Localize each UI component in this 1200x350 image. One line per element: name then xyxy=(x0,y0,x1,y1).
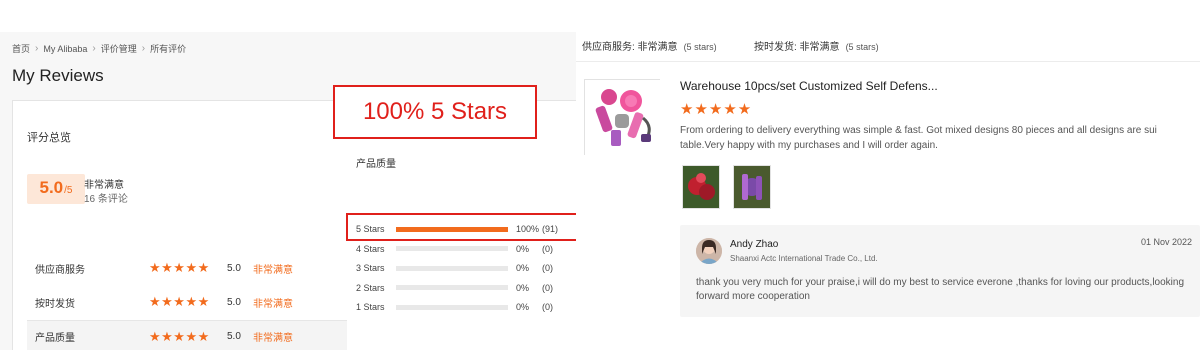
reviews-overview-panel: 首页 › My Alibaba › 评价管理 › 所有评价 My Reviews… xyxy=(0,32,578,350)
distribution-label: 3 Stars xyxy=(356,263,385,273)
product-thumbnail[interactable] xyxy=(584,79,661,156)
chevron-right-icon: › xyxy=(92,43,96,54)
distribution-bar xyxy=(396,285,508,290)
distribution-row[interactable]: 1 Stars 0% (0) xyxy=(356,300,566,314)
on-time-count: (5 stars) xyxy=(845,42,879,52)
supplier-service-count: (5 stars) xyxy=(683,42,717,52)
rating-row-satisfaction: 非常满意 xyxy=(253,333,293,344)
overall-score: 5.0 xyxy=(39,178,64,197)
replier-name: Andy Zhao xyxy=(730,239,779,250)
distribution-bar xyxy=(396,265,508,271)
rating-row-label: 供应商服务 xyxy=(35,264,85,276)
distribution-label: 4 Stars xyxy=(356,243,385,254)
overall-satisfaction: 非常满意 xyxy=(84,180,124,191)
review-photo-image xyxy=(734,166,770,208)
review-summary-bar: 供应商服务: 非常满意 (5 stars) 按时发货: 非常满意 (5 stars) xyxy=(576,0,1200,62)
overall-score-max: /5 xyxy=(64,185,73,196)
review-star-rating: ★★★★★ xyxy=(680,101,753,118)
distribution-label: 2 Stars xyxy=(356,282,385,293)
distribution-count: (0) xyxy=(542,243,553,254)
distribution-percent: 0% xyxy=(516,302,530,312)
breadcrumb-all-reviews: 所有评价 xyxy=(150,44,187,54)
distribution-percent: 0% xyxy=(516,282,530,293)
rating-row-satisfaction: 非常满意 xyxy=(253,298,293,310)
distribution-percent: 0% xyxy=(516,263,530,273)
rating-row-label: 产品质量 xyxy=(35,333,75,344)
product-title-link[interactable]: Warehouse 10pcs/set Customized Self Defe… xyxy=(680,79,938,93)
star-rating-icons: ★★★★★ xyxy=(149,328,210,344)
breadcrumb-my-alibaba[interactable]: My Alibaba xyxy=(43,44,87,54)
rating-row-supplier-service: 供应商服务 ★★★★★ 5.0 非常满意 xyxy=(27,252,347,284)
supplier-service-label: 供应商服务: 非常满意 xyxy=(582,42,678,53)
review-text: From ordering to delivery everything was… xyxy=(680,125,1157,151)
overview-title: 评分总览 xyxy=(27,132,71,144)
distribution-row[interactable]: 2 Stars 0% (0) xyxy=(356,281,566,295)
product-keychain-image xyxy=(585,80,661,156)
review-photo-1[interactable] xyxy=(682,165,720,209)
distribution-row[interactable]: 4 Stars 0% (0) xyxy=(356,242,566,256)
breadcrumb: 首页 › My Alibaba › 评价管理 › 所有评价 xyxy=(12,42,186,55)
rating-row-score: 5.0 xyxy=(227,296,241,308)
rating-row-score: 5.0 xyxy=(227,262,241,274)
rating-row-satisfaction: 非常满意 xyxy=(253,264,293,276)
overall-score-badge: 5.0 /5 xyxy=(27,174,85,204)
on-time-label: 按时发货: 非常满意 xyxy=(754,42,840,53)
distribution-bar xyxy=(396,246,508,251)
review-photo-2[interactable] xyxy=(733,165,771,209)
reply-date: 01 Nov 2022 xyxy=(1140,237,1192,247)
on-time-summary: 按时发货: 非常满意 (5 stars) xyxy=(754,38,879,53)
quality-distribution-title: 产品质量 xyxy=(356,159,396,170)
avatar xyxy=(696,238,722,264)
review-detail-panel: 供应商服务: 非常满意 (5 stars) 按时发货: 非常满意 (5 stars)… xyxy=(576,0,1200,350)
supplier-reply: Andy Zhao Shaanxi Actc International Tra… xyxy=(680,225,1200,317)
distribution-count: (0) xyxy=(542,263,553,273)
distribution-count: (0) xyxy=(542,302,553,312)
five-star-callout: 100% 5 Stars xyxy=(333,85,537,139)
distribution-bar xyxy=(396,304,508,310)
distribution-row[interactable]: 3 Stars 0% (0) xyxy=(356,261,566,275)
breadcrumb-review-management[interactable]: 评价管理 xyxy=(101,42,137,55)
rating-row-on-time: 按时发货 ★★★★★ 5.0 非常满意 xyxy=(27,286,347,318)
five-star-row-highlight xyxy=(346,213,578,241)
review-photo-image xyxy=(683,166,719,208)
chevron-right-icon: › xyxy=(141,43,146,54)
avatar-image xyxy=(696,238,722,264)
distribution-label: 1 Stars xyxy=(356,302,385,312)
distribution-percent: 0% xyxy=(516,243,530,254)
rating-row-label: 按时发货 xyxy=(35,298,75,310)
star-rating-icons: ★★★★★ xyxy=(149,294,210,309)
breadcrumb-home[interactable]: 首页 xyxy=(12,42,30,55)
rating-row-score: 5.0 xyxy=(227,331,241,342)
chevron-right-icon: › xyxy=(35,43,39,54)
page-title: My Reviews xyxy=(12,66,104,85)
reply-text: thank you very much for your praise,i wi… xyxy=(696,277,1185,302)
rating-row-product-quality[interactable]: 产品质量 ★★★★★ 5.0 非常满意 xyxy=(27,320,347,350)
star-rating-icons: ★★★★★ xyxy=(149,260,210,275)
replier-company: Shaanxi Actc International Trade Co., Lt… xyxy=(730,254,878,263)
supplier-service-summary: 供应商服务: 非常满意 (5 stars) xyxy=(582,38,717,53)
review-count: 16 条评论 xyxy=(84,194,128,205)
distribution-count: (0) xyxy=(542,282,553,293)
